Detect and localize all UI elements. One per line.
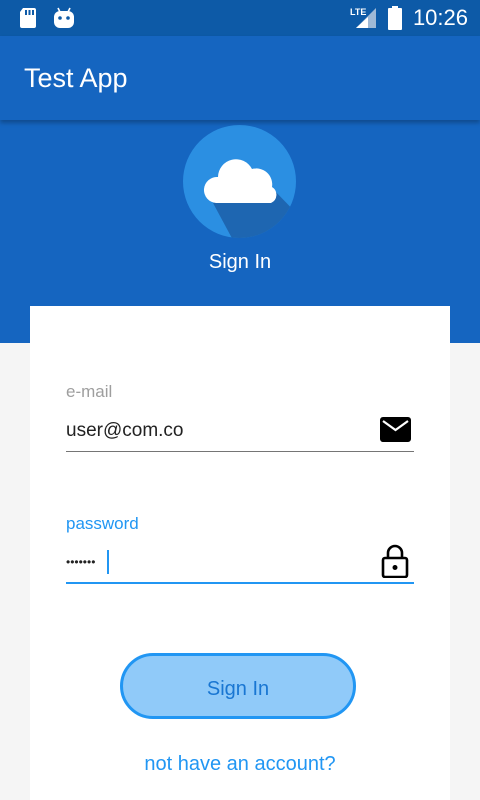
lte-signal-icon: LTE bbox=[350, 6, 378, 33]
lte-label: LTE bbox=[350, 7, 366, 17]
create-account-link[interactable]: not have an account? bbox=[30, 752, 450, 776]
password-label: password bbox=[66, 514, 139, 533]
password-masked-value: ••••••• bbox=[66, 555, 96, 569]
cloud-icon bbox=[183, 125, 296, 238]
sign-in-card: e-mail password ••••••• Sign In not have… bbox=[30, 306, 450, 800]
password-field[interactable] bbox=[66, 549, 414, 577]
header-title: Sign In bbox=[208, 251, 272, 273]
lock-icon bbox=[381, 544, 409, 583]
app-title: Test App bbox=[24, 63, 128, 93]
mail-icon bbox=[380, 417, 411, 447]
email-underline bbox=[66, 451, 414, 452]
status-bar: LTE 10:26 bbox=[0, 0, 480, 36]
app-bar: Test App bbox=[0, 36, 480, 120]
password-underline bbox=[66, 582, 414, 584]
status-time: 10:26 bbox=[412, 5, 468, 30]
android-icon bbox=[53, 7, 75, 34]
sign-in-button[interactable]: Sign In bbox=[120, 653, 356, 719]
sd-card-icon bbox=[18, 7, 38, 34]
email-label: e-mail bbox=[66, 382, 113, 401]
battery-icon bbox=[388, 6, 402, 35]
text-cursor bbox=[107, 550, 109, 574]
email-field[interactable] bbox=[66, 417, 414, 445]
